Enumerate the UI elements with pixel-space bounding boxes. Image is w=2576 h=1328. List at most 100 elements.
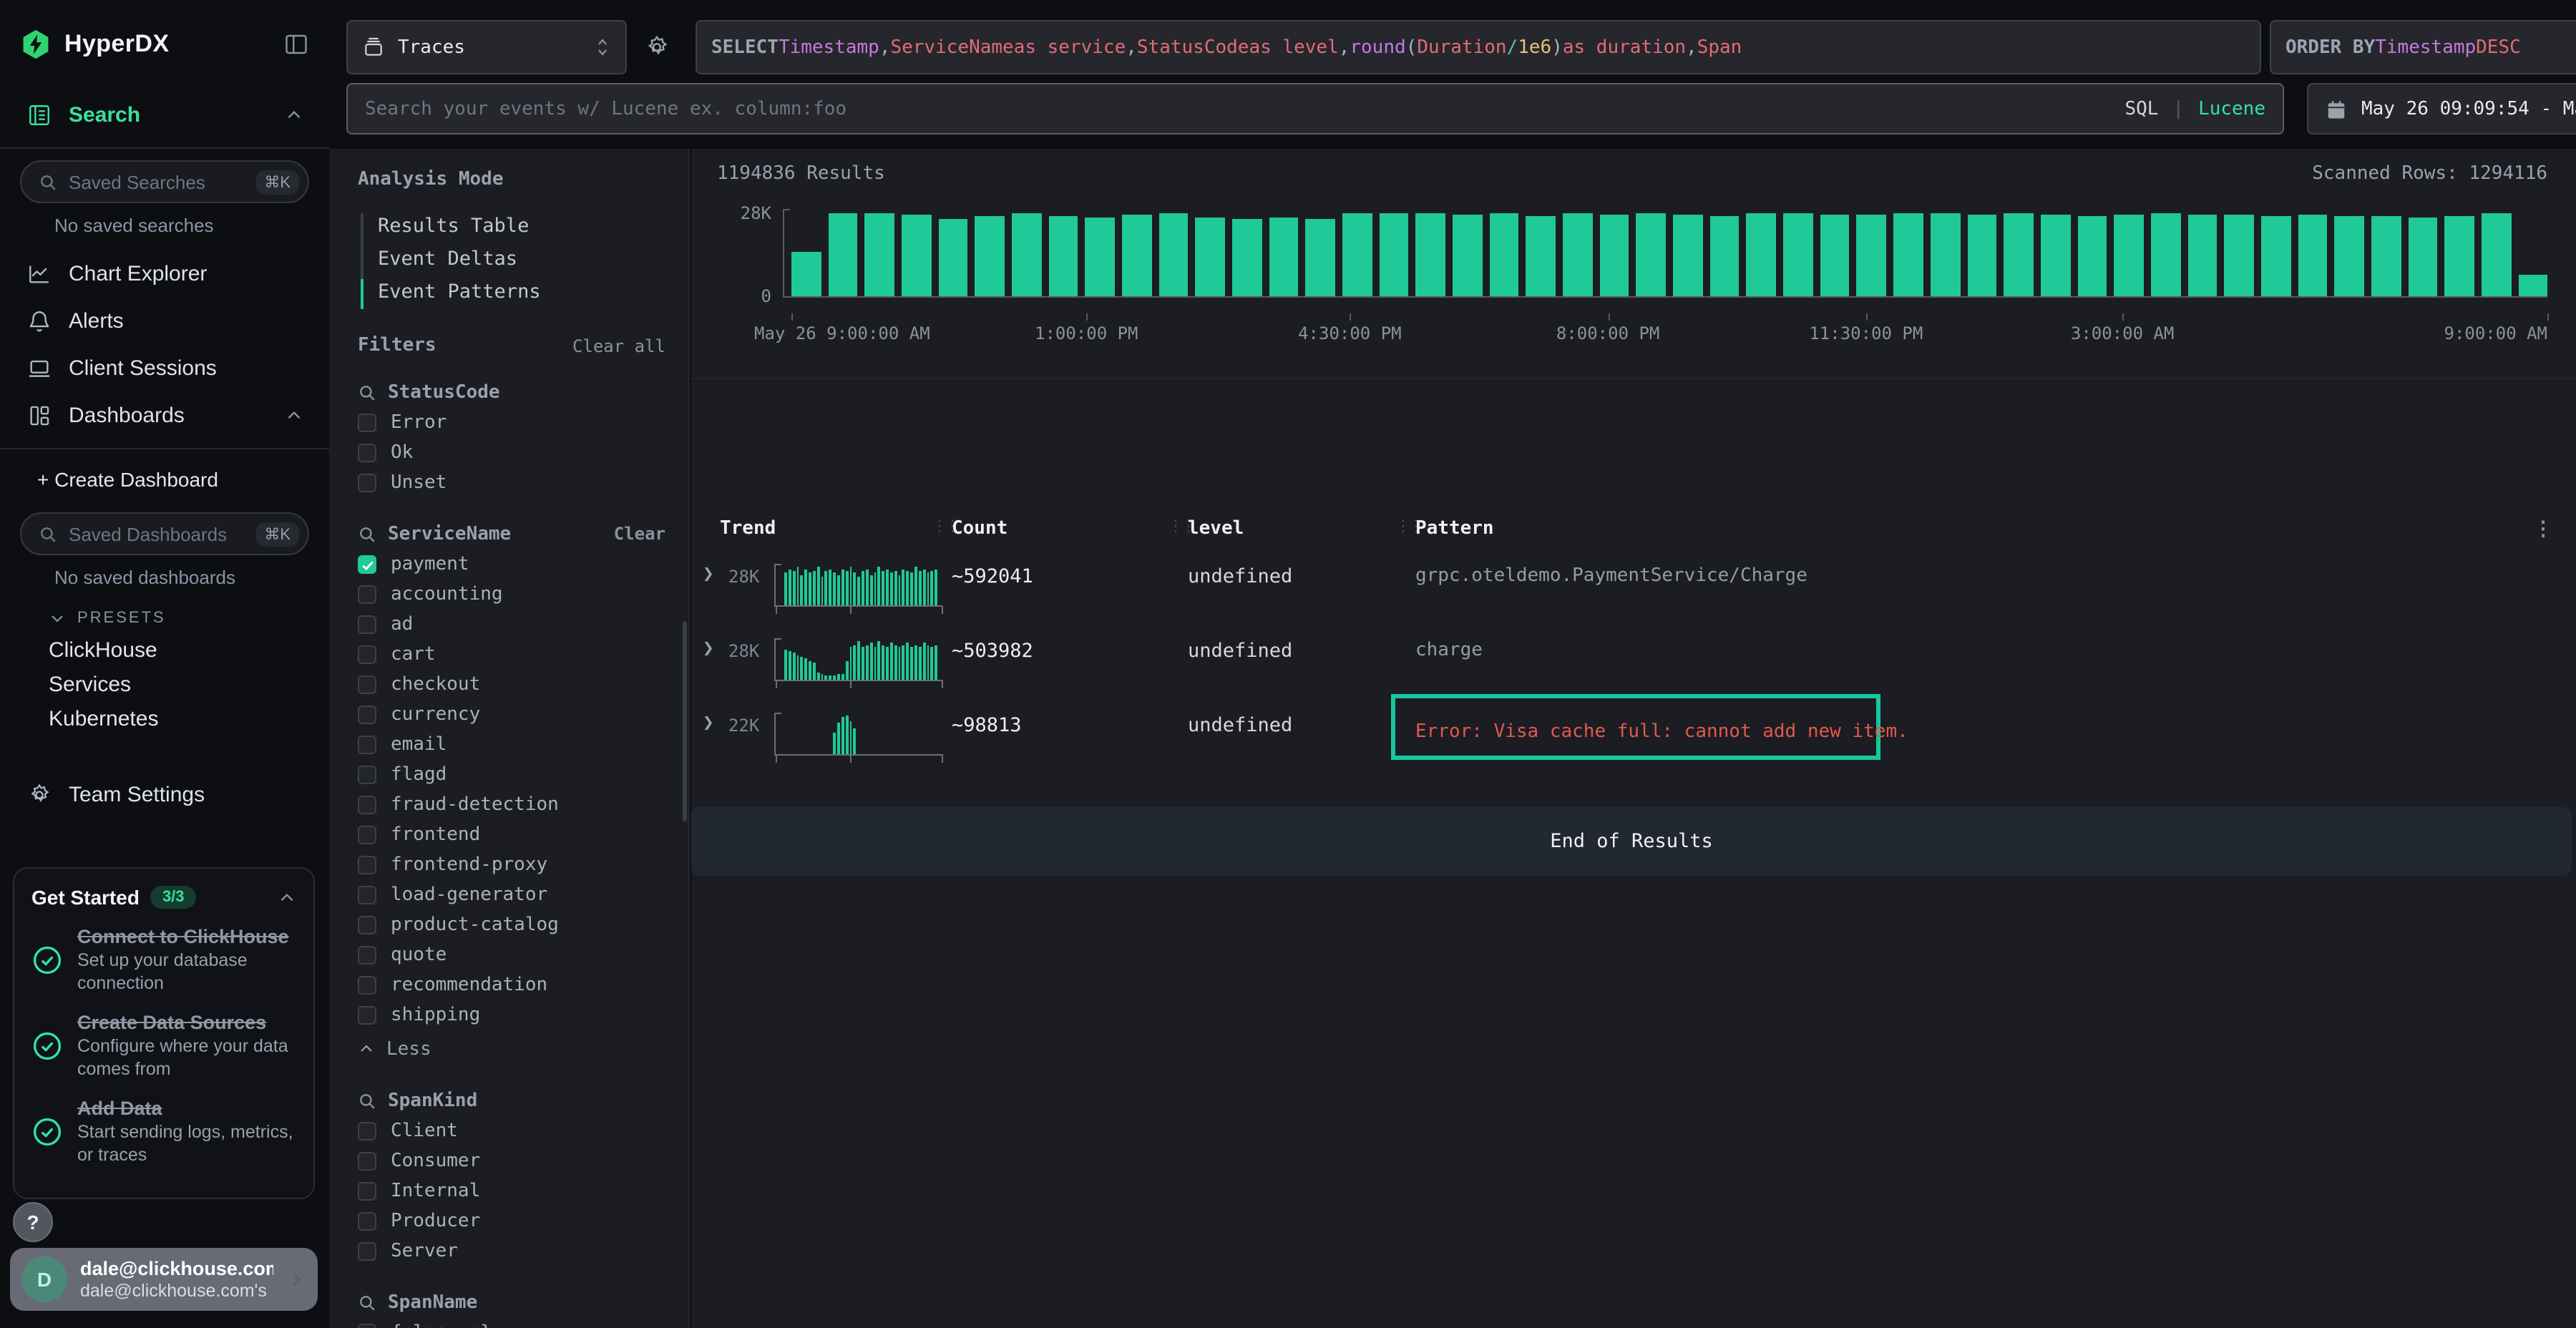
filter-option-error[interactable]: Error <box>358 408 674 438</box>
checkbox[interactable] <box>358 1182 376 1201</box>
filter-option-load-generator[interactable]: load-generator <box>358 880 674 910</box>
filter-option-recommendation[interactable]: recommendation <box>358 970 674 1000</box>
checkbox[interactable] <box>358 474 376 492</box>
sql-select-editor[interactable]: SELECT Timestamp, ServiceName as service… <box>696 20 2261 74</box>
checkbox[interactable] <box>358 916 376 934</box>
checkbox[interactable] <box>358 706 376 724</box>
sidebar-item-client-sessions[interactable]: Client Sessions <box>20 345 309 392</box>
filter-option-ad[interactable]: ad <box>358 610 674 640</box>
checkbox[interactable] <box>358 444 376 462</box>
row-expand-chevron-icon[interactable]: ❯ <box>703 638 714 660</box>
pattern-table-row[interactable]: ❯28K~592041undefinedgrpc.oteldemo.Paymen… <box>691 555 2576 630</box>
clear-filter-link[interactable]: Clear <box>614 524 674 544</box>
onboarding-item[interactable]: Connect to ClickHouseSet up your databas… <box>31 926 296 995</box>
checkbox[interactable] <box>358 645 376 664</box>
sidebar-item-dashboards[interactable]: Dashboards <box>20 392 309 439</box>
chevron-up-icon[interactable] <box>285 106 303 125</box>
filter-group-name: ServiceName <box>388 523 511 545</box>
checkbox[interactable] <box>358 796 376 814</box>
lucene-mode-toggle[interactable]: Lucene <box>2198 98 2265 119</box>
filter-option-cart[interactable]: cart <box>358 640 674 670</box>
filter-option-ok[interactable]: Ok <box>358 438 674 468</box>
filter-option-shipping[interactable]: shipping <box>358 1000 674 1030</box>
filters-scrollbar[interactable] <box>683 621 687 821</box>
checkbox[interactable] <box>358 1212 376 1231</box>
sidebar-item-alerts[interactable]: Alerts <box>20 298 309 345</box>
checkbox[interactable] <box>358 1006 376 1025</box>
checkbox[interactable] <box>358 615 376 634</box>
preset-kubernetes[interactable]: Kubernetes <box>20 703 309 737</box>
source-settings-gear-icon[interactable] <box>644 34 670 60</box>
checkbox[interactable] <box>358 826 376 844</box>
checkbox[interactable] <box>358 886 376 904</box>
row-expand-chevron-icon[interactable]: ❯ <box>703 564 714 585</box>
onboarding-item[interactable]: Add DataStart sending logs, metrics, or … <box>31 1098 296 1166</box>
checkbox[interactable] <box>358 766 376 784</box>
sidebar-item-chart-explorer[interactable]: Chart Explorer <box>20 250 309 298</box>
checkbox[interactable] <box>358 675 376 694</box>
filter-option-accounting[interactable]: accounting <box>358 580 674 610</box>
user-menu[interactable]: D dale@clickhouse.com dale@clickhouse.co… <box>10 1248 318 1311</box>
filter-option-flagd[interactable]: flagd <box>358 760 674 790</box>
sql-mode-toggle[interactable]: SQL <box>2124 98 2158 119</box>
filter-option-consumer[interactable]: Consumer <box>358 1146 674 1176</box>
onboarding-item[interactable]: Create Data SourcesConfigure where your … <box>31 1012 296 1080</box>
create-dashboard-button[interactable]: + Create Dashboard <box>20 458 309 501</box>
filter-option-currency[interactable]: currency <box>358 700 674 730</box>
sidebar-item-search[interactable]: Search <box>20 92 309 139</box>
analysis-mode-event-deltas[interactable]: Event Deltas <box>361 243 674 276</box>
filter-option-checkout[interactable]: checkout <box>358 670 674 700</box>
show-less-toggle[interactable]: Less <box>358 1033 674 1065</box>
checkbox[interactable] <box>358 1152 376 1171</box>
checkbox[interactable] <box>358 976 376 995</box>
filter-option--closure-[interactable]: {closure} <box>358 1318 674 1328</box>
sidebar-item-team-settings[interactable]: Team Settings <box>20 771 309 819</box>
row-expand-chevron-icon[interactable]: ❯ <box>703 713 714 734</box>
table-options-kebab-icon[interactable]: ⋮ <box>2533 518 2553 541</box>
checkbox[interactable] <box>358 946 376 965</box>
analysis-mode-results-table[interactable]: Results Table <box>361 210 674 243</box>
pattern-table-row[interactable]: ❯28K~503982undefinedcharge <box>691 630 2576 704</box>
filter-option-server[interactable]: Server <box>358 1236 674 1266</box>
filter-option-internal[interactable]: Internal <box>358 1176 674 1206</box>
date-range-picker[interactable]: May 26 09:09:54 - May 27 09:09:54 <box>2307 83 2576 135</box>
filter-option-product-catalog[interactable]: product-catalog <box>358 910 674 940</box>
filter-option-frontend[interactable]: frontend <box>358 820 674 850</box>
sidebar-collapse-icon[interactable] <box>283 31 309 57</box>
filter-option-producer[interactable]: Producer <box>358 1206 674 1236</box>
presets-toggle[interactable]: PRESETS <box>20 602 309 634</box>
help-button[interactable]: ? <box>13 1202 53 1242</box>
clear-all-filters-link[interactable]: Clear all <box>572 336 674 356</box>
checkbox[interactable] <box>358 414 376 432</box>
filter-option-client[interactable]: Client <box>358 1116 674 1146</box>
checkbox[interactable] <box>358 1324 376 1328</box>
chevron-up-icon[interactable] <box>285 406 303 425</box>
filter-option-quote[interactable]: quote <box>358 940 674 970</box>
checkbox[interactable] <box>358 1122 376 1141</box>
filters-title: Filters <box>358 335 436 356</box>
chevron-up-icon[interactable] <box>278 888 296 907</box>
pattern-table-row[interactable]: ❯22K~98813undefinedError: Visa cache ful… <box>691 704 2576 778</box>
checkbox[interactable] <box>358 585 376 604</box>
filter-option-unset[interactable]: Unset <box>358 468 674 498</box>
sql-token: ORDER BY <box>2285 36 2375 58</box>
search-input[interactable]: Search your events w/ Lucene ex. column:… <box>346 83 2284 135</box>
order-by-editor[interactable]: ORDER BY Timestamp DESC <box>2270 20 2576 74</box>
table-source-icon <box>362 36 385 59</box>
checkbox[interactable] <box>358 856 376 874</box>
saved-dashboards-input[interactable]: Saved Dashboards ⌘K <box>20 512 309 555</box>
saved-searches-input[interactable]: Saved Searches ⌘K <box>20 160 309 203</box>
checkbox[interactable] <box>358 1242 376 1261</box>
filter-option-payment[interactable]: payment <box>358 550 674 580</box>
preset-clickhouse[interactable]: ClickHouse <box>20 634 309 668</box>
filter-option-email[interactable]: email <box>358 730 674 760</box>
filter-option-frontend-proxy[interactable]: frontend-proxy <box>358 850 674 880</box>
checkbox-checked[interactable] <box>358 555 376 574</box>
preset-services[interactable]: Services <box>20 668 309 703</box>
source-select[interactable]: Traces <box>346 20 627 74</box>
sql-token: as duration <box>1563 36 1686 58</box>
filter-option-fraud-detection[interactable]: fraud-detection <box>358 790 674 820</box>
analysis-mode-event-patterns[interactable]: Event Patterns <box>361 276 674 309</box>
checkbox[interactable] <box>358 736 376 754</box>
filter-option-label: Internal <box>391 1181 480 1202</box>
